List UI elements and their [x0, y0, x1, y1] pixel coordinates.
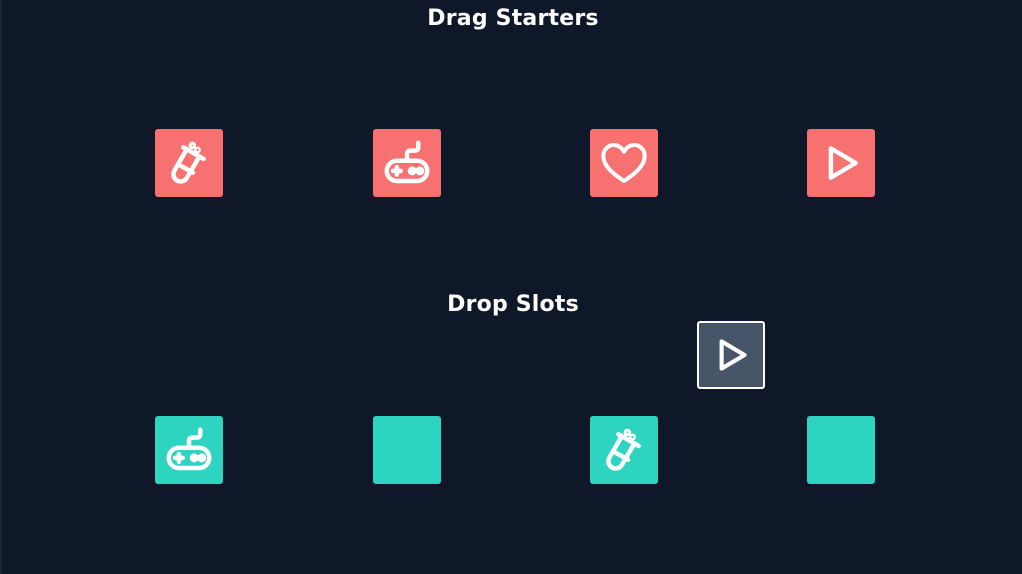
- drag-drop-stage: Drag Starters Drop Slots: [0, 0, 1022, 574]
- drag-starter-heart[interactable]: [590, 129, 658, 197]
- heart-icon: [601, 142, 647, 184]
- drag-starters-title: Drag Starters: [427, 6, 599, 31]
- dragging-play-tile[interactable]: [697, 321, 765, 389]
- drag-starter-play[interactable]: [807, 129, 875, 197]
- drop-slot-4[interactable]: [807, 416, 875, 484]
- drop-slots-title: Drop Slots: [447, 292, 579, 317]
- drag-starter-flask[interactable]: [155, 129, 223, 197]
- gamepad-icon: [384, 140, 430, 184]
- drop-slot-2[interactable]: [373, 416, 441, 484]
- gamepad-icon: [166, 427, 212, 471]
- drop-slot-3[interactable]: [590, 416, 658, 484]
- flask-icon: [606, 428, 641, 471]
- flask-icon: [171, 141, 206, 184]
- play-icon: [828, 146, 858, 180]
- drag-starter-gamepad[interactable]: [373, 129, 441, 197]
- drop-slot-1[interactable]: [155, 416, 223, 484]
- play-icon: [719, 339, 747, 371]
